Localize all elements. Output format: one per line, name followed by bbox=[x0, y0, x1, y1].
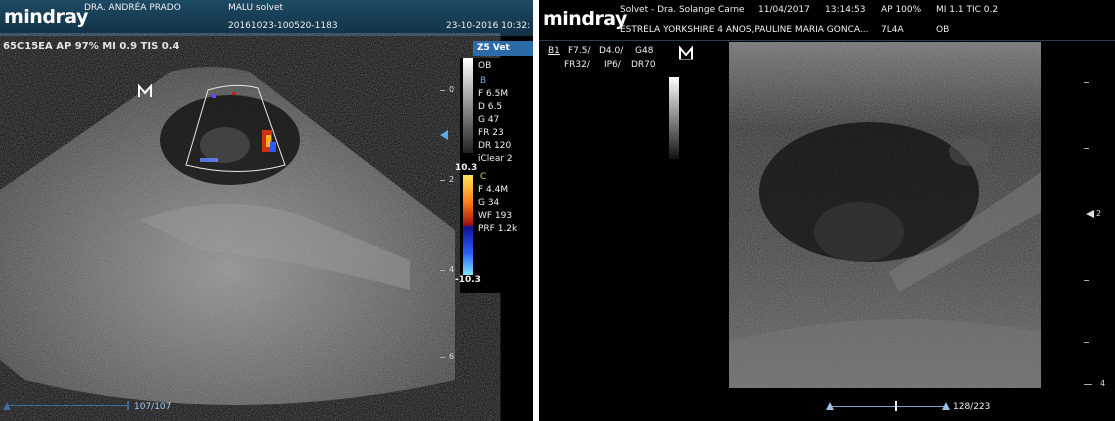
left-cine-counter: 107/107 bbox=[134, 402, 172, 412]
right-gain: G48 bbox=[635, 46, 654, 56]
depth-label: 2 bbox=[449, 175, 455, 184]
right-logo: mindray bbox=[543, 8, 627, 30]
right-cine-slider[interactable] bbox=[830, 406, 946, 407]
left-cine-slider[interactable] bbox=[6, 405, 128, 406]
right-mi-tic: MI 1.1 TIC 0.2 bbox=[936, 5, 999, 15]
c-gain: G 34 bbox=[478, 198, 500, 208]
cine-end-icon bbox=[942, 402, 950, 410]
depth-tick bbox=[440, 357, 445, 358]
cine-cursor[interactable] bbox=[127, 401, 129, 410]
right-date: 11/04/2017 bbox=[758, 5, 810, 15]
b-frame-rate: FR 23 bbox=[478, 128, 504, 138]
depth-tick bbox=[1084, 342, 1089, 343]
right-ultrasound-image bbox=[729, 42, 1041, 388]
depth-tick bbox=[1084, 280, 1089, 281]
b1-label: B1 bbox=[548, 46, 560, 56]
depth-tick bbox=[1084, 148, 1089, 149]
b-mode-label: B bbox=[480, 76, 487, 86]
depth-tick bbox=[440, 90, 445, 91]
gray-scale-bar bbox=[463, 58, 473, 153]
c-prf: PRF 1.2k bbox=[478, 224, 518, 234]
cine-start-icon bbox=[3, 402, 11, 410]
left-ob-label: OB bbox=[478, 61, 492, 71]
right-image-process: IP6/ bbox=[604, 60, 621, 70]
c-mode-label: C bbox=[480, 172, 487, 182]
depth-tick bbox=[1084, 384, 1092, 385]
c-freq: F 4.4M bbox=[478, 185, 509, 195]
right-ultrasound-panel: mindray Solvet - Dra. Solange Carne 11/0… bbox=[539, 0, 1115, 421]
depth-label: 4 bbox=[1100, 379, 1106, 388]
depth-tick bbox=[440, 270, 445, 271]
right-depth: D4.0/ bbox=[599, 46, 624, 56]
b-freq: F 6.5M bbox=[478, 89, 509, 99]
right-gray-scale-bar bbox=[669, 77, 679, 159]
right-ap: AP 100% bbox=[881, 5, 922, 15]
right-cine-counter: 128/223 bbox=[953, 402, 991, 412]
right-time: 13:14:53 bbox=[825, 5, 866, 15]
m-orientation-icon bbox=[138, 84, 152, 97]
c-wall-filter: WF 193 bbox=[478, 211, 513, 221]
right-ob-label: OB bbox=[936, 25, 950, 35]
color-scale-bottom: -10.3 bbox=[455, 275, 481, 285]
cine-start-icon bbox=[826, 402, 834, 410]
depth-tick bbox=[440, 180, 445, 181]
depth-label: 0 bbox=[449, 85, 455, 94]
m-orientation-icon bbox=[679, 46, 693, 60]
b-dynamic-range: DR 120 bbox=[478, 141, 512, 151]
b-gain: G 47 bbox=[478, 115, 500, 125]
preset-badge: Z5 Vet bbox=[473, 41, 533, 56]
right-header-bar: mindray Solvet - Dra. Solange Carne 11/0… bbox=[539, 0, 1115, 41]
cine-cursor[interactable] bbox=[895, 401, 897, 411]
depth-label: 4 bbox=[449, 265, 455, 274]
focus-marker-icon bbox=[440, 130, 448, 140]
color-scale-bar bbox=[463, 175, 473, 275]
depth-label: 2 bbox=[1096, 209, 1102, 218]
right-freq: F7.5/ bbox=[568, 46, 591, 56]
right-frame-rate: FR32/ bbox=[564, 60, 590, 70]
depth-tick bbox=[1084, 82, 1089, 83]
color-scale-top: 10.3 bbox=[455, 163, 478, 173]
depth-label: 6 bbox=[449, 352, 455, 361]
left-ultrasound-panel: mindray DRA. ANDRÉA PRADO MALU solvet 20… bbox=[0, 0, 533, 421]
right-clinic: Solvet - Dra. Solange Carne bbox=[620, 5, 745, 15]
right-dynamic-range: DR70 bbox=[631, 60, 656, 70]
b-iclear: iClear 2 bbox=[478, 154, 513, 164]
right-patient: ESTRELA YORKSHIRE 4 ANOS,PAULINE MARIA G… bbox=[620, 25, 869, 35]
focus-marker-icon bbox=[1086, 210, 1094, 218]
right-probe: 7L4A bbox=[881, 25, 904, 35]
b-depth: D 6.5 bbox=[478, 102, 503, 112]
